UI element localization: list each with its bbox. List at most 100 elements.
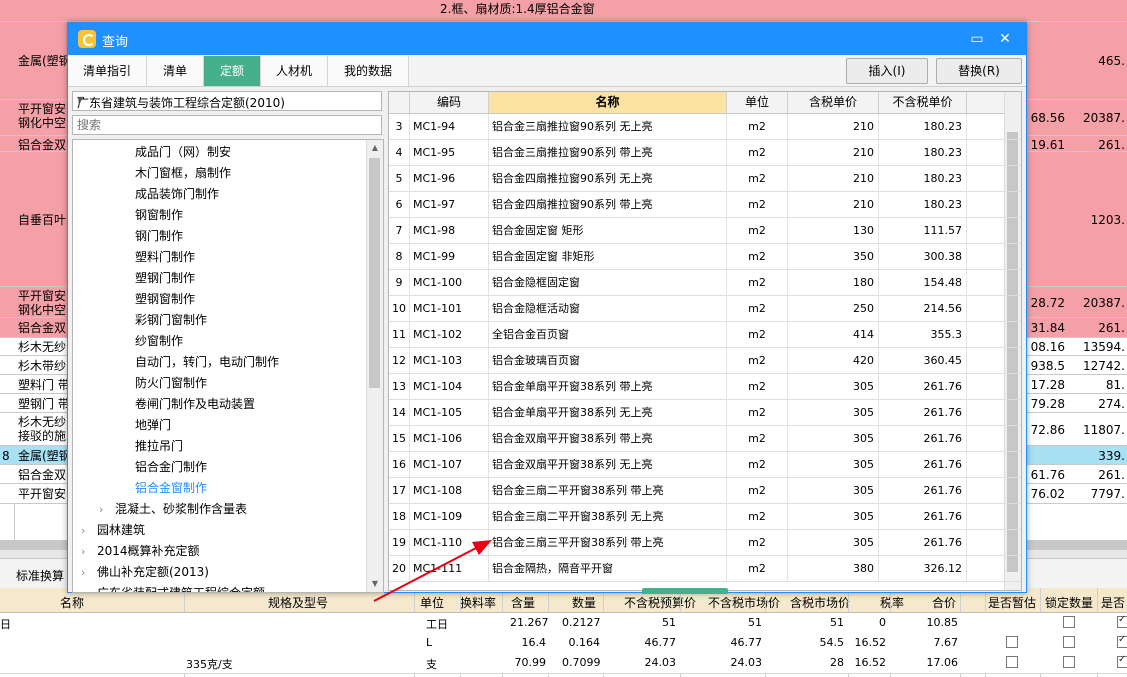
tree-item[interactable]: 卷闸门制作及电动装置 bbox=[135, 394, 255, 414]
tree-item[interactable]: 钢窗制作 bbox=[135, 205, 183, 225]
quota-table-row[interactable]: 9 MC1-100 铝合金隐框固定窗 m2 180 154.48 bbox=[389, 270, 1021, 296]
col-tax-price-header[interactable]: 含税单价 bbox=[788, 92, 879, 113]
tree-item[interactable]: 地弹门 bbox=[135, 415, 171, 435]
tree-item[interactable]: 成品门（网）制安 bbox=[135, 142, 231, 162]
tab-standard-conversion[interactable]: 标准换算 bbox=[16, 567, 64, 584]
bottom-col-header[interactable]: 是否暂估 bbox=[988, 594, 1036, 611]
bottom-col-header[interactable]: 规格及型号 bbox=[268, 594, 328, 611]
lock-quantity-checkbox[interactable] bbox=[1063, 616, 1075, 628]
quota-table-row[interactable]: 14 MC1-105 铝合金单扇平开窗38系列 无上亮 m2 305 261.76 bbox=[389, 400, 1021, 426]
tree-item[interactable]: › 佛山补充定额(2013) bbox=[81, 562, 209, 582]
quota-table-row[interactable]: 10 MC1-101 铝合金隐框活动窗 m2 250 214.56 bbox=[389, 296, 1021, 322]
quota-table-row[interactable]: 18 MC1-109 铝合金三扇二平开窗38系列 无上亮 m2 305 261.76 bbox=[389, 504, 1021, 530]
lock-quantity-checkbox[interactable] bbox=[1063, 656, 1075, 668]
tree-item[interactable]: 成品装饰门制作 bbox=[135, 184, 219, 204]
resize-grip[interactable] bbox=[642, 588, 728, 594]
tab-bill-guide[interactable]: 清单指引 bbox=[68, 56, 147, 86]
cell-code: MC1-103 bbox=[410, 348, 489, 373]
provisional-checkbox[interactable] bbox=[1006, 636, 1018, 648]
quota-table-row[interactable]: 17 MC1-108 铝合金三扇二平开窗38系列 带上亮 m2 305 261.76 bbox=[389, 478, 1021, 504]
tree-scrollbar[interactable]: ▲ ▼ bbox=[366, 140, 383, 592]
quota-table-row[interactable]: 11 MC1-102 全铝合金百页窗 m2 414 355.3 bbox=[389, 322, 1021, 348]
quota-table-row[interactable]: 12 MC1-103 铝合金玻璃百页窗 m2 420 360.45 bbox=[389, 348, 1021, 374]
close-icon[interactable]: ✕ bbox=[994, 28, 1016, 50]
tab-labor-material-machine[interactable]: 人材机 bbox=[261, 56, 328, 86]
bottom-col-header[interactable]: 不含税市场价 bbox=[708, 594, 780, 611]
quota-table-row[interactable]: 16 MC1-107 铝合金双扇平开窗38系列 无上亮 m2 305 261.76 bbox=[389, 452, 1021, 478]
expand-chevron-icon[interactable]: › bbox=[99, 500, 115, 520]
tree-item[interactable]: 钢门制作 bbox=[135, 226, 183, 246]
tree-item[interactable]: 纱窗制作 bbox=[135, 331, 183, 351]
scroll-down-icon[interactable]: ▼ bbox=[367, 576, 383, 592]
bottom-col-header[interactable]: 税率 bbox=[880, 594, 904, 611]
bottom-table-row[interactable]: L 16.4 0.164 46.77 46.77 54.5 16.52 7.67 bbox=[0, 633, 1127, 654]
col-unit-header[interactable]: 单位 bbox=[727, 92, 788, 113]
tree-item[interactable]: ›广东省装配式建筑工程综合定额 bbox=[81, 583, 265, 592]
cell-name: 铝合金三扇三平开窗38系列 带上亮 bbox=[489, 530, 727, 555]
quota-table-row[interactable]: 19 MC1-110 铝合金三扇三平开窗38系列 带上亮 m2 305 261.76 bbox=[389, 530, 1021, 556]
tree-item[interactable]: 铝合金窗制作 bbox=[135, 478, 207, 498]
cell-unit: m2 bbox=[727, 270, 788, 295]
tree-item[interactable]: 塑料门制作 bbox=[135, 247, 195, 267]
tab-my-data[interactable]: 我的数据 bbox=[328, 56, 409, 86]
tree-item[interactable]: 塑钢门制作 bbox=[135, 268, 195, 288]
quota-table-row[interactable]: 7 MC1-98 铝合金固定窗 矩形 m2 130 111.57 bbox=[389, 218, 1021, 244]
tree-item[interactable]: 彩钢门窗制作 bbox=[135, 310, 207, 330]
tree-item[interactable]: 铝合金门制作 bbox=[135, 457, 207, 477]
bottom-col-header[interactable]: 单位 bbox=[420, 594, 444, 611]
tree-item[interactable]: 木门窗框，扇制作 bbox=[135, 163, 231, 183]
tree-item[interactable]: › 园林建筑 bbox=[81, 520, 145, 540]
extra-checkbox[interactable] bbox=[1117, 634, 1127, 648]
bottom-col-header[interactable]: 数量 bbox=[572, 594, 596, 611]
provisional-checkbox[interactable] bbox=[1006, 656, 1018, 668]
dialog-titlebar[interactable]: 查询 ▭ ✕ bbox=[68, 23, 1026, 55]
quota-table-row[interactable]: 8 MC1-99 铝合金固定窗 非矩形 m2 350 300.38 bbox=[389, 244, 1021, 270]
bottom-col-header[interactable]: 含税市场价 bbox=[790, 594, 850, 611]
expand-chevron-icon[interactable]: › bbox=[81, 521, 97, 541]
col-notax-price-header[interactable]: 不含税单价 bbox=[879, 92, 967, 113]
quota-table-row[interactable]: 3 MC1-94 铝合金三扇推拉窗90系列 无上亮 m2 210 180.23 bbox=[389, 114, 1021, 140]
replace-button[interactable]: 替换(R) bbox=[936, 58, 1022, 84]
tree-item[interactable]: › 混凝土、砂浆制作含量表 bbox=[99, 499, 247, 519]
bottom-table-row[interactable]: 日 工日 21.267 0.2127 51 51 51 0 10.85 bbox=[0, 613, 1127, 634]
quota-table-row[interactable]: 20 MC1-111 铝合金隔热，隔音平开窗 m2 380 326.12 bbox=[389, 556, 1021, 582]
expand-chevron-icon[interactable]: › bbox=[81, 563, 97, 583]
col-code-header[interactable]: 编码 bbox=[410, 92, 489, 113]
search-input[interactable] bbox=[72, 115, 382, 135]
maximize-icon[interactable]: ▭ bbox=[966, 28, 988, 50]
expand-chevron-icon[interactable]: › bbox=[81, 542, 97, 562]
col-name-header[interactable]: 名称 bbox=[489, 92, 727, 113]
tab-bill[interactable]: 清单 bbox=[147, 56, 204, 86]
quota-table-row[interactable]: 13 MC1-104 铝合金单扇平开窗38系列 带上亮 m2 305 261.76 bbox=[389, 374, 1021, 400]
bottom-col-header[interactable]: 是否 bbox=[1101, 594, 1125, 611]
insert-button[interactable]: 插入(I) bbox=[846, 58, 928, 84]
tree-item[interactable]: 防火门窗制作 bbox=[135, 373, 207, 393]
cell-name: 铝合金四扇推拉窗90系列 无上亮 bbox=[489, 166, 727, 191]
lock-quantity-checkbox[interactable] bbox=[1063, 636, 1075, 648]
quota-table-row[interactable]: 6 MC1-97 铝合金四扇推拉窗90系列 带上亮 m2 210 180.23 bbox=[389, 192, 1021, 218]
bottom-table-row[interactable]: 335克/支 支 70.99 0.7099 24.03 24.03 28 16.52 17.06 bbox=[0, 653, 1127, 674]
extra-checkbox[interactable] bbox=[1117, 614, 1127, 628]
tree-item[interactable]: 推拉吊门 bbox=[135, 436, 183, 456]
tree-scroll-thumb[interactable] bbox=[369, 158, 380, 388]
quota-table-row[interactable]: 15 MC1-106 铝合金双扇平开窗38系列 带上亮 m2 305 261.76 bbox=[389, 426, 1021, 452]
bottom-col-header[interactable]: 合价 bbox=[932, 594, 956, 611]
scroll-up-icon[interactable]: ▲ bbox=[367, 140, 383, 156]
library-select[interactable]: 广东省建筑与装饰工程综合定额(2010) ▼ bbox=[72, 91, 382, 111]
tree-item[interactable]: 塑钢窗制作 bbox=[135, 289, 195, 309]
bottom-col-header[interactable]: 换料率 bbox=[460, 594, 496, 611]
expand-chevron-icon[interactable]: › bbox=[81, 584, 97, 592]
tree-item[interactable]: › 2014概算补充定额 bbox=[81, 541, 200, 561]
bottom-col-header[interactable]: 含量 bbox=[511, 594, 535, 611]
cell-idx: 20 bbox=[389, 556, 410, 581]
spreadsheet-row[interactable]: 2.框、扇材质:1.4厚铝合金窗 bbox=[0, 0, 1127, 22]
bottom-col-header[interactable]: 不含税预算价 bbox=[624, 594, 696, 611]
bottom-col-header[interactable]: 锁定数量 bbox=[1045, 594, 1093, 611]
bottom-col-header[interactable]: 名称 bbox=[60, 594, 84, 611]
tab-quota[interactable]: 定额 bbox=[204, 56, 261, 86]
quota-table-row[interactable]: 5 MC1-96 铝合金四扇推拉窗90系列 无上亮 m2 210 180.23 bbox=[389, 166, 1021, 192]
quota-table-row[interactable]: 4 MC1-95 铝合金三扇推拉窗90系列 带上亮 m2 210 180.23 bbox=[389, 140, 1021, 166]
row-text: 金属(塑钢 bbox=[18, 54, 71, 68]
extra-checkbox[interactable] bbox=[1117, 654, 1127, 668]
tree-item[interactable]: 自动门，转门，电动门制作 bbox=[135, 352, 279, 372]
